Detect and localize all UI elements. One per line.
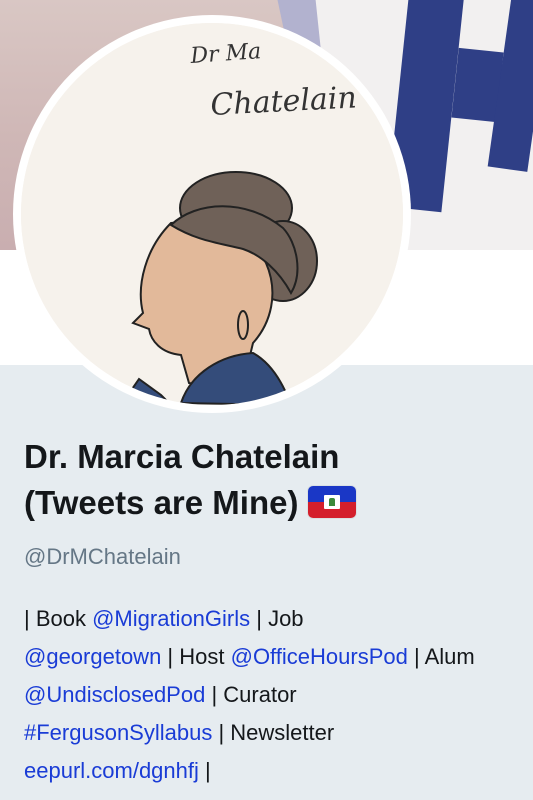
bio-link-fergusonsyllabus[interactable]: #FergusonSyllabus bbox=[24, 720, 212, 745]
bio-text: | Host bbox=[161, 644, 231, 669]
bio-link-georgetown[interactable]: @georgetown bbox=[24, 644, 161, 669]
haiti-flag-icon bbox=[308, 486, 357, 518]
bio-text: | Alum bbox=[407, 644, 475, 669]
bio-text: | Newsletter bbox=[212, 720, 335, 745]
bio-text: | bbox=[198, 758, 211, 783]
bio-text: | Job bbox=[250, 606, 304, 631]
bio-link-officehourspod[interactable]: @OfficeHoursPod bbox=[231, 644, 408, 669]
profile-handle: @DrMChatelain bbox=[24, 544, 181, 569]
bio-text: | Curator bbox=[205, 682, 297, 707]
avatar[interactable]: Dr Ma Chatelain bbox=[13, 15, 411, 413]
profile-name-line1: Dr. Marcia Chatelain bbox=[24, 438, 340, 475]
avatar-handwriting: Dr Ma bbox=[189, 39, 262, 69]
bio-link-undisclosedpod[interactable]: @UndisclosedPod bbox=[24, 682, 205, 707]
profile-name: Dr. Marcia Chatelain (Tweets are Mine) bbox=[24, 434, 504, 526]
bio-text: | Book bbox=[24, 606, 93, 631]
profile-bio: | Book @MigrationGirls | Job @georgetown… bbox=[24, 600, 514, 790]
profile-name-line2: (Tweets are Mine) bbox=[24, 484, 299, 521]
bio-link-newsletter[interactable]: eepurl.com/dgnhfj bbox=[24, 758, 199, 783]
bio-link-migrationgirls[interactable]: @MigrationGirls bbox=[92, 606, 250, 631]
avatar-illustration: Dr Ma Chatelain bbox=[21, 23, 403, 405]
